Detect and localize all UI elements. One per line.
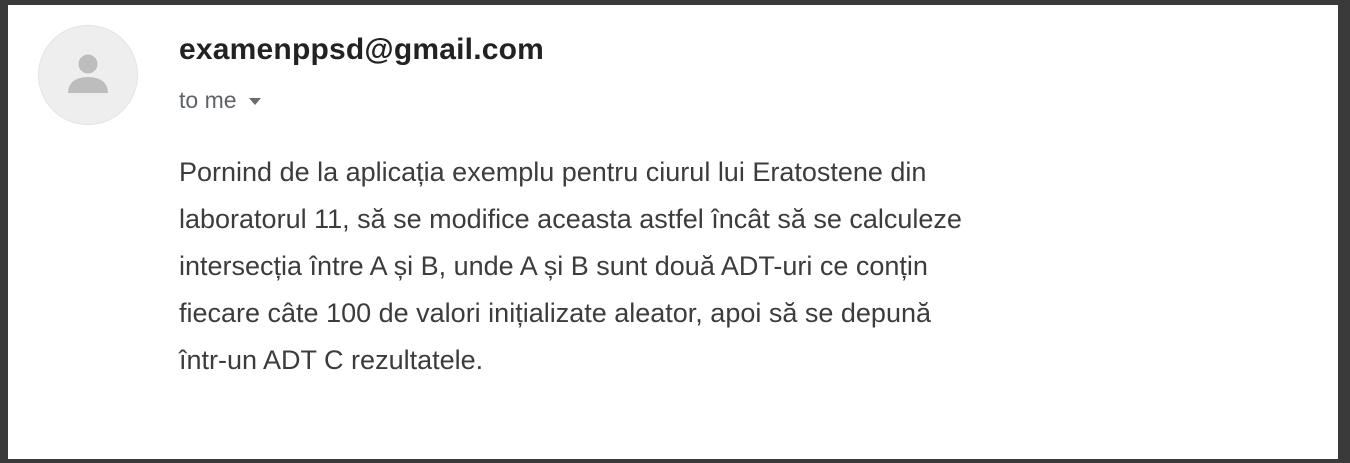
person-icon [68, 54, 108, 93]
email-body: Pornind de la aplicația exemplu pentru c… [179, 149, 1179, 384]
sender-email: examenppsd@gmail.com [179, 33, 545, 66]
body-line: Pornind de la aplicația exemplu pentru c… [179, 157, 927, 187]
body-line: intersecția între A și B, unde A și B su… [179, 251, 928, 281]
avatar[interactable] [38, 25, 138, 125]
recipient-label: to me [179, 87, 237, 113]
body-line: într-un ADT C rezultatele. [179, 345, 484, 375]
recipient-details-toggle[interactable]: to me [179, 87, 261, 114]
body-line: fiecare câte 100 de valori inițializate … [179, 298, 931, 328]
email-message: examenppsd@gmail.com to me Pornind de la… [8, 5, 1338, 459]
caret-down-icon[interactable] [248, 98, 261, 105]
body-line: laboratorul 11, să se modifice aceasta a… [179, 204, 962, 234]
